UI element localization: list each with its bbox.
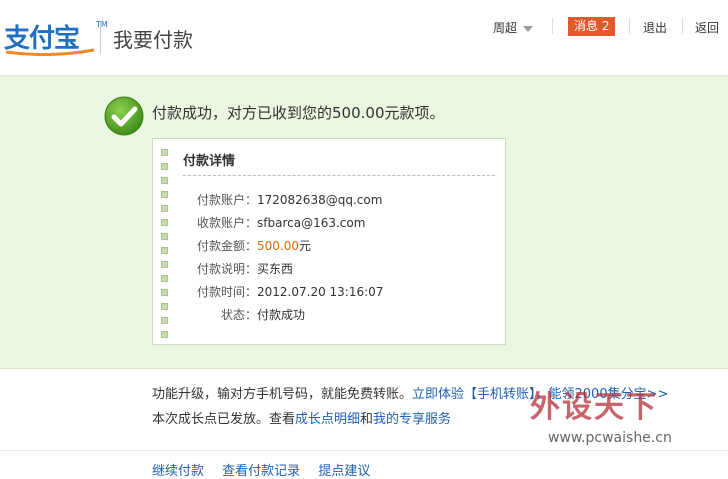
growth-text: 本次成长点已发放。查看 bbox=[152, 412, 296, 427]
watermark-url: www.pcwaishe.cn bbox=[548, 430, 672, 446]
logo-swoosh-icon bbox=[5, 48, 95, 56]
growth-details-link[interactable]: 成长点明细 bbox=[295, 412, 360, 427]
detail-value: 2012.07.20 13:16:07 bbox=[257, 285, 384, 299]
detail-row-note: 付款说明：买东西 bbox=[193, 260, 293, 277]
amount-value: 500.00 bbox=[257, 239, 299, 253]
exclusive-services-link[interactable]: 我的专享服务 bbox=[373, 412, 451, 427]
detail-row-payee: 收款账户：sfbarca@163.com bbox=[193, 214, 365, 231]
back-link[interactable]: 返回 bbox=[695, 19, 719, 36]
promo-line-2: 本次成长点已发放。查看成长点明细和我的专享服务 bbox=[152, 408, 451, 427]
logo-trademark: TM bbox=[96, 20, 108, 29]
detail-row-payer: 付款账户：172082638@qq.com bbox=[193, 191, 382, 208]
details-title: 付款详情 bbox=[183, 154, 236, 169]
header-divider bbox=[100, 22, 101, 54]
payment-details-card: 付款详情 付款账户：172082638@qq.com 收款账户：sfbarca@… bbox=[152, 138, 506, 345]
bottom-divider bbox=[0, 450, 728, 451]
messages-button[interactable]: 消息 2 bbox=[568, 17, 616, 36]
detail-key: 付款账户： bbox=[196, 193, 257, 207]
top-header: 支付宝 TM 我要付款 周超 消息 2 退出 返回 bbox=[0, 0, 728, 76]
card-dots-decoration bbox=[161, 149, 168, 345]
user-name: 周超 bbox=[493, 21, 518, 35]
promo-text: 功能升级，输对方手机号码，就能免费转账。 bbox=[152, 387, 413, 402]
detail-key: 状态： bbox=[220, 308, 257, 322]
success-check-icon bbox=[104, 96, 144, 136]
detail-key: 付款时间： bbox=[196, 285, 257, 299]
detail-value: 买东西 bbox=[257, 262, 294, 276]
detail-key: 付款金额： bbox=[196, 239, 257, 253]
logout-link[interactable]: 退出 bbox=[643, 19, 667, 36]
messages-label: 消息 bbox=[574, 19, 599, 33]
growth-conjunction: 和 bbox=[360, 412, 374, 427]
messages-count: 2 bbox=[601, 19, 610, 33]
payment-records-link[interactable]: 查看付款记录 bbox=[222, 464, 300, 479]
chevron-down-icon bbox=[523, 25, 534, 32]
success-panel: 付款成功，对方已收到您的500.00元款项。 付款详情 付款账户：1720826… bbox=[0, 76, 728, 369]
user-menu[interactable]: 周超 bbox=[493, 19, 534, 36]
details-divider bbox=[183, 175, 495, 176]
detail-row-amount: 付款金额：500.00元 bbox=[193, 237, 311, 254]
detail-row-time: 付款时间：2012.07.20 13:16:07 bbox=[193, 283, 383, 300]
page-title: 我要付款 bbox=[113, 28, 193, 52]
detail-value: 172082638@qq.com bbox=[257, 193, 383, 207]
detail-value: sfbarca@163.com bbox=[257, 216, 366, 230]
nav-separator bbox=[552, 18, 553, 34]
bottom-links: 继续付款 查看付款记录 提点建议 bbox=[152, 460, 384, 479]
detail-key: 付款说明： bbox=[196, 262, 257, 276]
detail-row-status: 状态：付款成功 bbox=[193, 306, 305, 323]
success-message: 付款成功，对方已收到您的500.00元款项。 bbox=[152, 104, 445, 122]
watermark-text: 外设天下 bbox=[530, 390, 658, 425]
detail-value: 付款成功 bbox=[257, 308, 306, 322]
detail-key: 收款账户： bbox=[196, 216, 257, 230]
alipay-logo[interactable]: 支付宝 TM bbox=[4, 18, 108, 56]
nav-separator bbox=[682, 18, 683, 34]
feedback-link[interactable]: 提点建议 bbox=[318, 464, 370, 479]
continue-payment-link[interactable]: 继续付款 bbox=[152, 464, 204, 479]
amount-unit: 元 bbox=[299, 239, 312, 253]
nav-separator bbox=[629, 18, 630, 34]
